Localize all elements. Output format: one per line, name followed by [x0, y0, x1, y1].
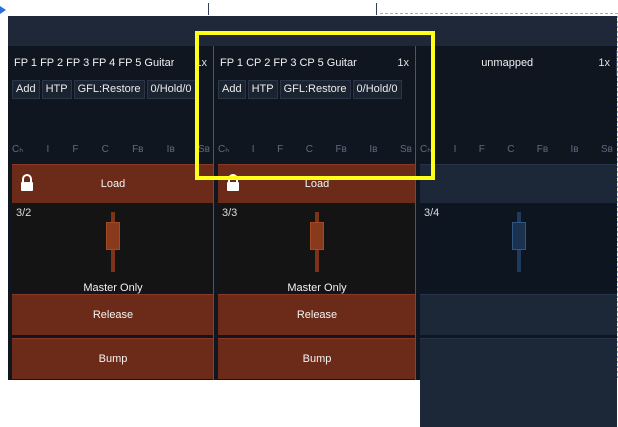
- load-button-empty[interactable]: [420, 164, 617, 203]
- cap-ch: Cₕ: [218, 144, 230, 155]
- arrow-marker-icon: [0, 6, 6, 14]
- release-button[interactable]: Release: [218, 294, 416, 335]
- bump-label: Bump: [98, 353, 128, 365]
- fader-modes: Add HTP GFL:Restore 0/Hold/0: [12, 80, 196, 99]
- fader-handle[interactable]: [511, 222, 526, 250]
- fader-3: unmapped 1x Cₕ I F C Fʙ Iʙ Sʙ 3/4: [416, 46, 617, 427]
- fader-speed: 1x: [195, 57, 207, 69]
- cap-f: F: [72, 144, 79, 155]
- fader-header-band: [8, 16, 617, 46]
- mode-htp[interactable]: HTP: [41, 80, 72, 99]
- cap-ib: Iʙ: [369, 144, 378, 155]
- capability-row: Cₕ I F C Fʙ Iʙ Sʙ: [12, 144, 210, 155]
- fader-index: 3/2: [16, 207, 32, 219]
- mode-add[interactable]: Add: [12, 80, 40, 99]
- mode-gfl[interactable]: GFL:Restore: [73, 80, 145, 99]
- master-only-label: Master Only: [287, 282, 347, 294]
- fader-modes: Add HTP GFL:Restore 0/Hold/0: [218, 80, 402, 99]
- mode-timing[interactable]: 0/Hold/0: [352, 80, 402, 99]
- fader-index: 3/3: [222, 207, 238, 219]
- capability-row: Cₕ I F C Fʙ Iʙ Sʙ: [420, 144, 613, 155]
- cap-f: F: [478, 144, 485, 155]
- bump-button[interactable]: Bump: [218, 338, 416, 379]
- fader-name: FP 1 CP 2 FP 3 CP 5 Guitar: [220, 57, 357, 69]
- cap-fb: Fʙ: [536, 144, 549, 155]
- fader-header[interactable]: FP 1 FP 2 FP 3 FP 4 FP 5 Guitar 1x: [8, 50, 214, 76]
- release-label: Release: [92, 309, 134, 321]
- toolbar-divider: [376, 3, 377, 15]
- cap-sb: Sʙ: [400, 144, 412, 155]
- cap-sb: Sʙ: [600, 144, 613, 155]
- master-only-label: Master Only: [83, 282, 143, 294]
- fader-handle[interactable]: [106, 222, 120, 250]
- cap-c: C: [101, 144, 109, 155]
- top-toolbar-right: [370, 0, 618, 16]
- cap-ib: Iʙ: [166, 144, 175, 155]
- cap-c: C: [305, 144, 313, 155]
- load-button[interactable]: Load: [12, 164, 214, 203]
- mode-htp[interactable]: HTP: [247, 80, 278, 99]
- fader-strip: 3/2 Master Only: [12, 204, 214, 294]
- cap-i: I: [251, 144, 255, 155]
- cap-ib: Iʙ: [570, 144, 579, 155]
- fader-speed: 1x: [397, 57, 409, 69]
- bump-button-empty[interactable]: [420, 338, 617, 427]
- cap-i: I: [46, 144, 50, 155]
- mode-timing[interactable]: 0/Hold/0: [146, 80, 196, 99]
- load-label: Load: [100, 178, 126, 190]
- load-button[interactable]: Load: [218, 164, 416, 203]
- fader-name: unmapped: [481, 57, 534, 69]
- fader-handle[interactable]: [310, 222, 324, 250]
- bump-label: Bump: [302, 353, 332, 365]
- lock-icon: [21, 174, 33, 191]
- release-button[interactable]: Release: [12, 294, 214, 335]
- fader-index: 3/4: [424, 207, 440, 219]
- fader-header[interactable]: FP 1 CP 2 FP 3 CP 5 Guitar 1x: [214, 50, 416, 76]
- cap-ch: Cₕ: [12, 144, 24, 155]
- fader-strip: 3/3 Master Only: [218, 204, 416, 294]
- cap-f: F: [277, 144, 284, 155]
- release-button-empty[interactable]: [420, 294, 617, 335]
- fader-2: FP 1 CP 2 FP 3 CP 5 Guitar 1x Add HTP GF…: [214, 46, 416, 380]
- cap-c: C: [507, 144, 515, 155]
- load-label: Load: [304, 178, 330, 190]
- fader-name: FP 1 FP 2 FP 3 FP 4 FP 5 Guitar: [14, 57, 175, 69]
- fader-header[interactable]: unmapped 1x: [416, 50, 617, 76]
- mode-gfl[interactable]: GFL:Restore: [279, 80, 351, 99]
- lock-icon: [227, 174, 239, 191]
- bump-button[interactable]: Bump: [12, 338, 214, 379]
- fader-speed: 1x: [598, 57, 610, 69]
- fader-strip: 3/4: [420, 204, 617, 292]
- release-label: Release: [296, 309, 338, 321]
- cap-fb: Fʙ: [335, 144, 347, 155]
- fader-1: FP 1 FP 2 FP 3 FP 4 FP 5 Guitar 1x Add H…: [8, 46, 214, 380]
- cap-ch: Cₕ: [420, 144, 432, 155]
- top-strip: [0, 0, 618, 17]
- capability-row: Cₕ I F C Fʙ Iʙ Sʙ: [218, 144, 412, 155]
- cap-fb: Fʙ: [132, 144, 144, 155]
- top-toolbar-left: [10, 0, 205, 17]
- cap-sb: Sʙ: [197, 144, 210, 155]
- cap-i: I: [453, 144, 457, 155]
- mode-add[interactable]: Add: [218, 80, 246, 99]
- toolbar-divider: [208, 3, 209, 15]
